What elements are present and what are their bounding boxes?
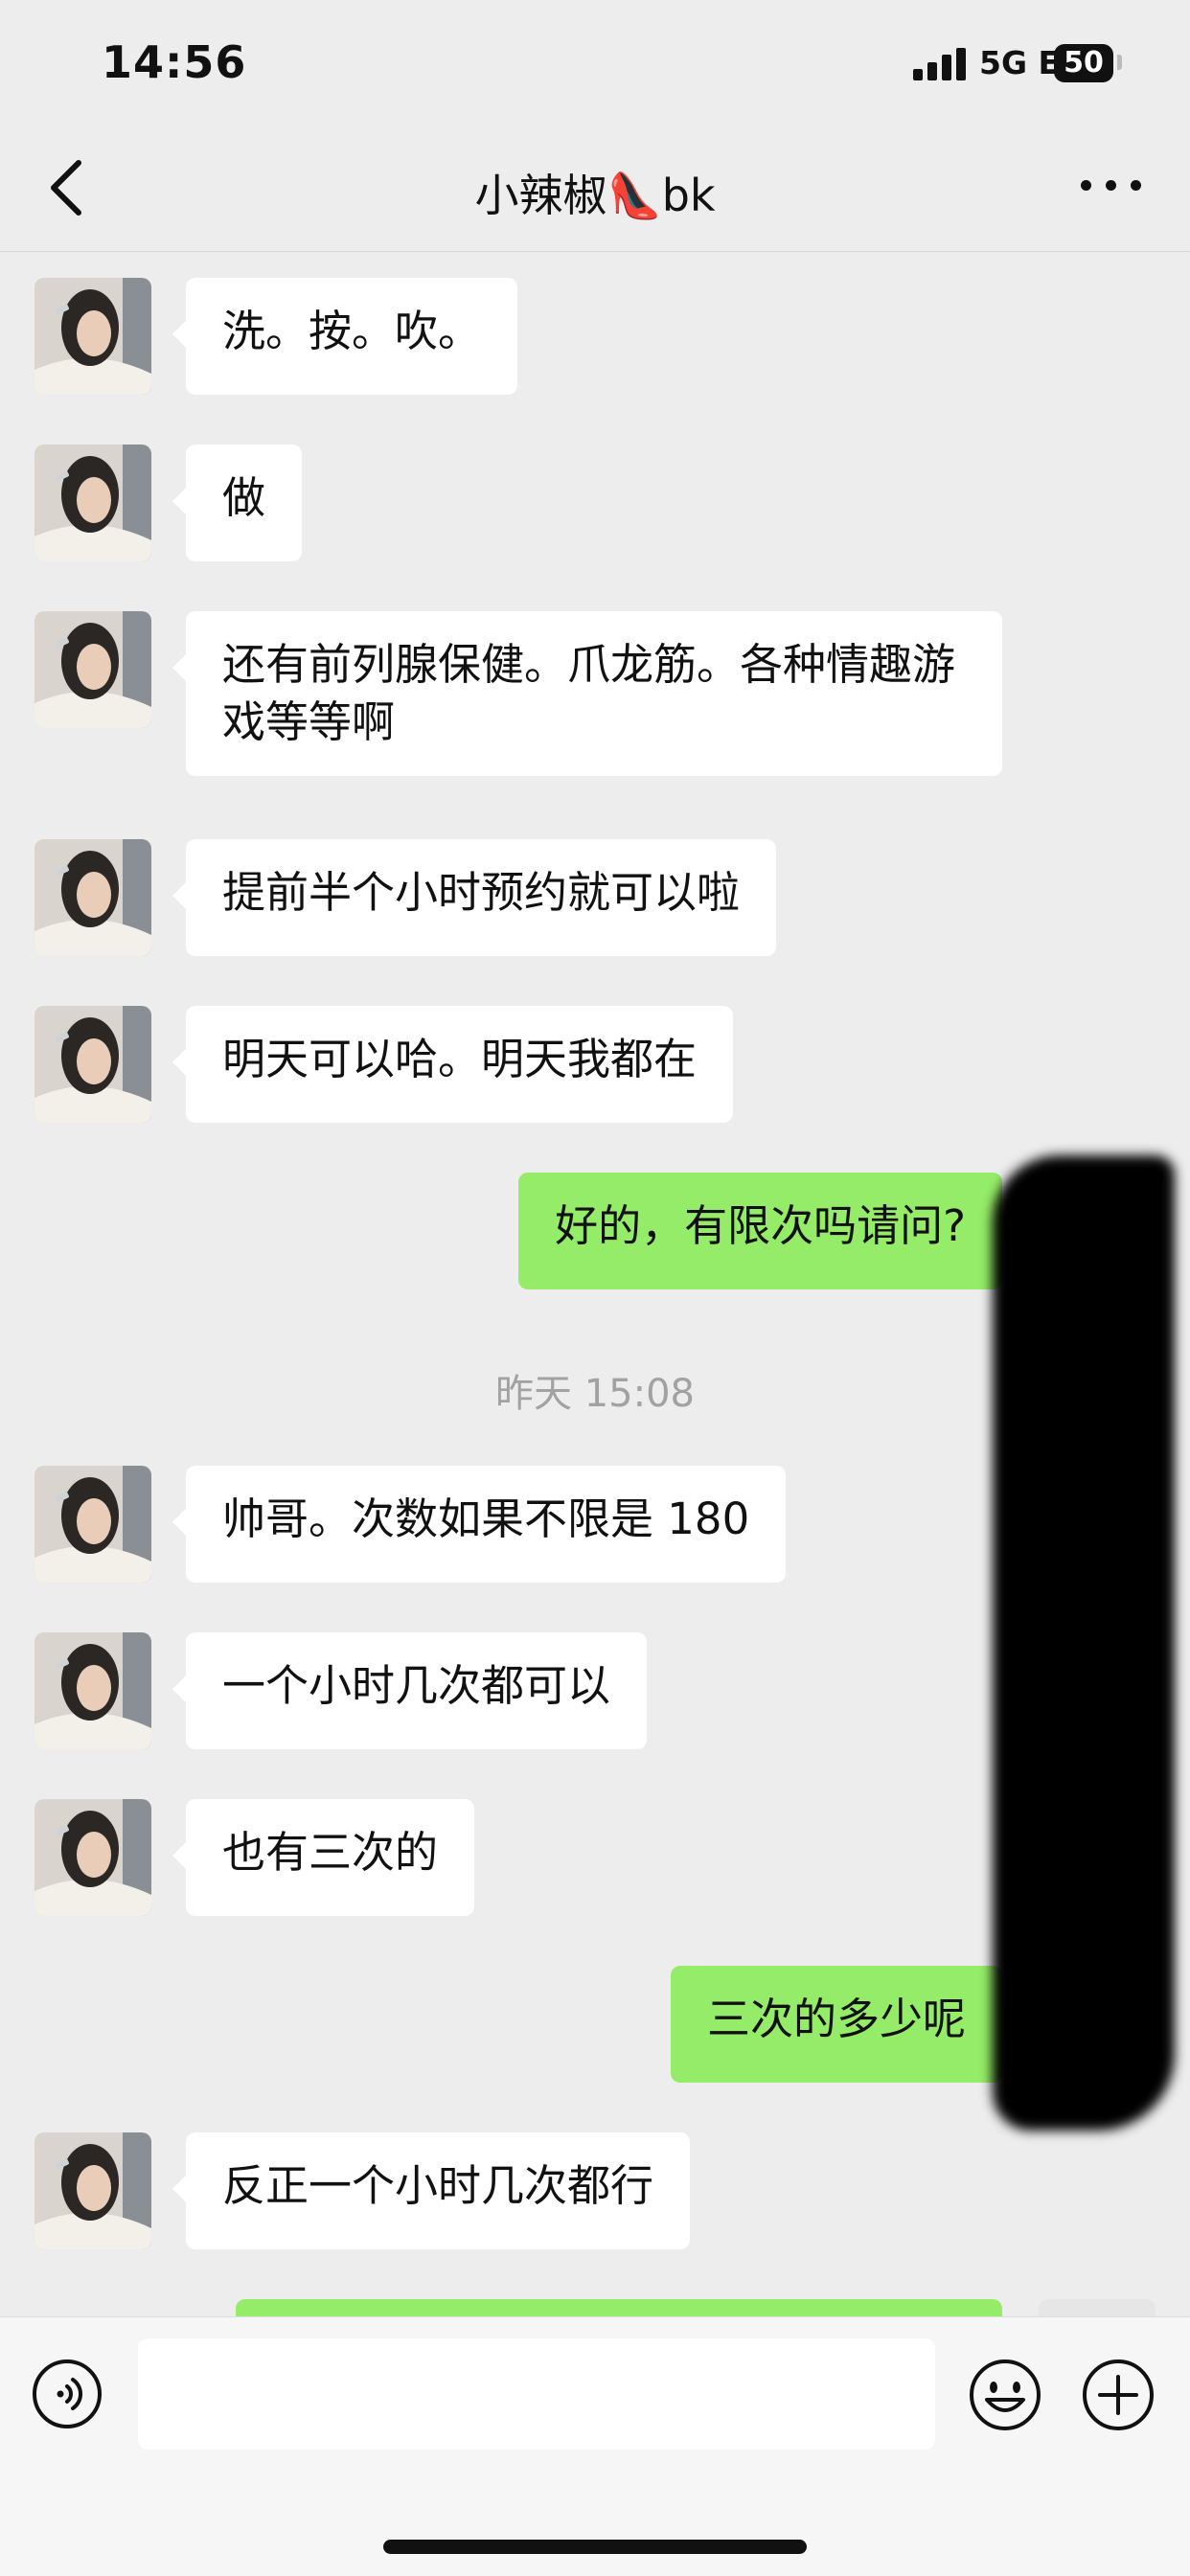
- voice-button[interactable]: [31, 2358, 103, 2430]
- person-avatar-icon: [34, 839, 151, 956]
- person-avatar-icon: [34, 1466, 151, 1583]
- person-avatar-icon: [34, 445, 151, 561]
- more-button[interactable]: [1073, 163, 1150, 211]
- person-avatar-icon: [34, 1799, 151, 1916]
- person-avatar-icon: [34, 611, 151, 728]
- plus-icon: [1083, 2359, 1154, 2430]
- message-list[interactable]: 洗。按。吹。 做 还有前列腺保健。爪龙筋。各种情趣游戏等等啊 提前半个小时预约就…: [0, 251, 1190, 2316]
- contact-avatar[interactable]: [34, 445, 151, 561]
- contact-avatar[interactable]: [34, 1632, 151, 1749]
- signal-icon: [913, 48, 967, 80]
- message-bubble[interactable]: 洗。按。吹。: [172, 278, 518, 395]
- person-avatar-icon: [34, 2132, 151, 2249]
- contact-avatar[interactable]: [34, 839, 151, 956]
- my-avatar[interactable]: [1039, 2299, 1156, 2316]
- message-bubble-outgoing-partial[interactable]: [236, 2299, 1002, 2316]
- home-indicator[interactable]: [383, 2540, 807, 2554]
- message-bubble[interactable]: 提前半个小时预约就可以啦: [172, 839, 777, 956]
- status-bar: 14:56 5G E 50: [0, 0, 1190, 125]
- contact-avatar[interactable]: [34, 1466, 151, 1583]
- message-bubble[interactable]: 还有前列腺保健。爪龙筋。各种情趣游戏等等啊: [172, 611, 1002, 776]
- message-bubble[interactable]: 做: [172, 445, 303, 561]
- redaction-mark: [993, 1155, 1175, 2131]
- contact-avatar[interactable]: [34, 2132, 151, 2249]
- network-type: 5G E: [979, 44, 1061, 81]
- battery-icon: 50: [1054, 44, 1113, 82]
- emoji-button[interactable]: [968, 2358, 1042, 2432]
- person-avatar-icon: [34, 1632, 151, 1749]
- status-time: 14:56: [102, 36, 247, 88]
- chat-title: 小辣椒👠bk: [474, 170, 716, 221]
- contact-avatar[interactable]: [34, 1799, 151, 1916]
- input-bar: [0, 2316, 1190, 2576]
- message-bubble[interactable]: 一个小时几次都可以: [172, 1632, 648, 1749]
- voice-icon: [33, 2359, 102, 2428]
- message-bubble[interactable]: 明天可以哈。明天我都在: [172, 1006, 734, 1123]
- contact-avatar[interactable]: [34, 1006, 151, 1123]
- message-bubble[interactable]: 帅哥。次数如果不限是 180: [172, 1466, 787, 1583]
- contact-avatar[interactable]: [34, 611, 151, 728]
- message-input[interactable]: [138, 2338, 935, 2450]
- plus-button[interactable]: [1081, 2358, 1156, 2432]
- message-bubble[interactable]: 也有三次的: [172, 1799, 475, 1916]
- chat-header: 小辣椒👠bk: [0, 125, 1190, 252]
- person-avatar-icon: [34, 278, 151, 395]
- person-avatar-icon: [34, 1006, 151, 1123]
- contact-avatar[interactable]: [34, 278, 151, 395]
- message-bubble-outgoing[interactable]: 好的，有限次吗请问?: [518, 1173, 1016, 1289]
- emoji-icon: [970, 2359, 1041, 2430]
- message-bubble[interactable]: 反正一个小时几次都行: [172, 2132, 691, 2249]
- battery-cap: [1117, 55, 1122, 70]
- message-bubble-outgoing[interactable]: 三次的多少呢: [670, 1966, 1017, 2083]
